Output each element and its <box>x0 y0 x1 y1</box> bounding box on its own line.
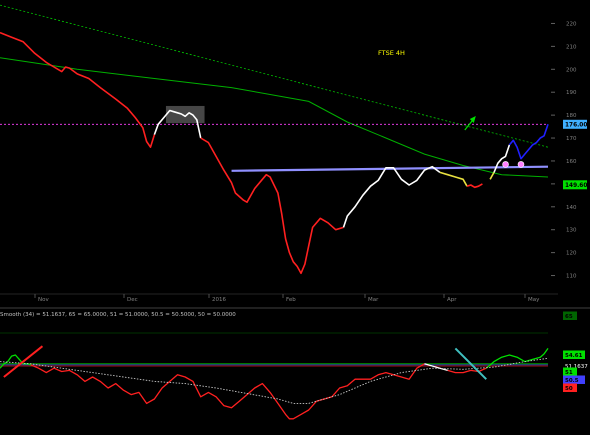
y-tick-label: 190 <box>566 90 577 96</box>
y-tick-label: 170 <box>566 136 577 142</box>
indicator-label: 51 <box>565 370 573 376</box>
chart-canvas: FTSE 4H 11012013014015016017018019020021… <box>0 0 590 420</box>
indicator-label: 50 <box>565 386 573 392</box>
x-tick-label: Feb <box>286 297 296 303</box>
indicator-header: Smooth (34) = 51.1637, 65 = 65.0000, 51 … <box>0 312 236 318</box>
indicator-label: 50.5 <box>565 378 579 384</box>
price-label: 176.00 <box>565 122 587 128</box>
lower-panel: Smooth (34) = 51.1637, 65 = 65.0000, 51 … <box>0 307 590 420</box>
price-label: 149.60 <box>565 183 587 189</box>
signal-marker-1 <box>517 161 525 168</box>
indicator-levels <box>0 332 548 367</box>
box-rect <box>165 105 205 124</box>
indicator-axis: 6554.6151.16375150.550 <box>563 311 588 392</box>
x-tick-label: 2016 <box>212 297 226 303</box>
upper-panel: FTSE 4H 11012013014015016017018019020021… <box>0 0 590 306</box>
y-tick-label: 160 <box>566 159 577 165</box>
indicator-label: 54.61 <box>565 353 583 359</box>
y-tick-label: 180 <box>566 113 577 119</box>
signal-marker-0 <box>502 161 509 168</box>
upper-panel-bg <box>0 0 590 306</box>
indicator-label: 65 <box>565 314 573 320</box>
x-tick-label: Mar <box>368 297 379 303</box>
y-tick-label: 130 <box>566 228 577 234</box>
y-tick-label: 110 <box>566 274 577 280</box>
x-tick-label: Dec <box>127 297 138 303</box>
annotation-line-0 <box>3 345 44 378</box>
x-tick-label: Nov <box>38 297 49 303</box>
y-tick-label: 140 <box>566 205 577 211</box>
y-tick-label: 200 <box>566 67 577 73</box>
x-tick-label: May <box>528 297 540 303</box>
chart-title: FTSE 4H <box>378 49 405 57</box>
x-tick-label: Apr <box>447 297 457 303</box>
y-tick-label: 120 <box>566 251 577 257</box>
y-tick-label: 220 <box>566 21 577 27</box>
y-tick-label: 210 <box>566 44 577 50</box>
consolidation-box <box>165 105 205 124</box>
